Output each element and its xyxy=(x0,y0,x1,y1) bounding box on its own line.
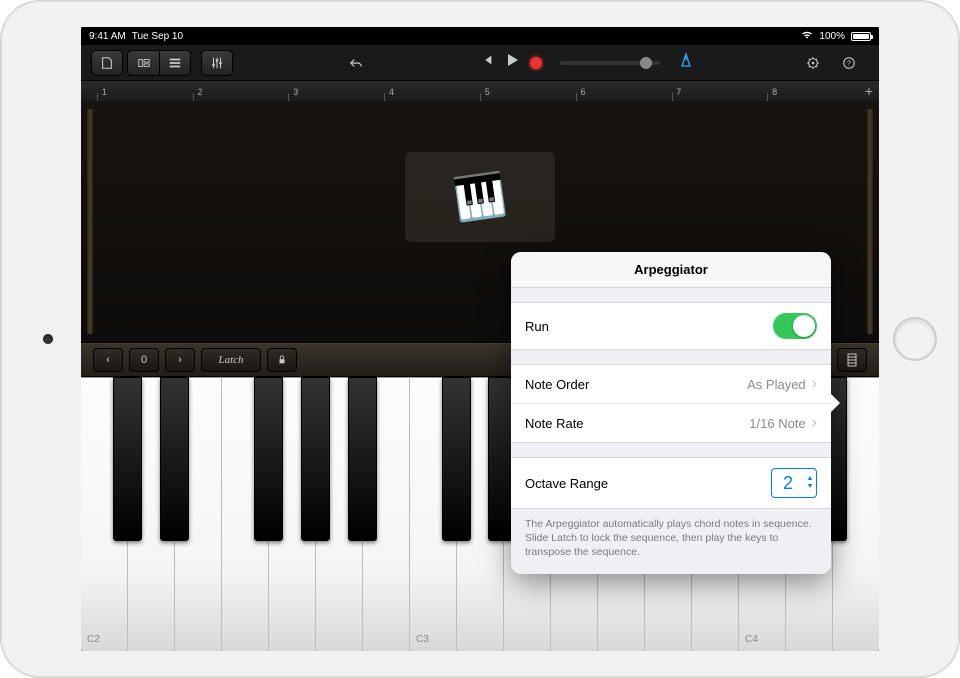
note-order-row[interactable]: Note Order As Played › xyxy=(511,365,831,404)
camera-icon xyxy=(43,334,53,344)
run-row[interactable]: Run xyxy=(511,303,831,349)
ruler-tick xyxy=(97,93,98,101)
popover-title: Arpeggiator xyxy=(511,252,831,288)
white-key[interactable] xyxy=(316,377,363,651)
status-date: Tue Sep 10 xyxy=(132,31,183,42)
svg-text:?: ? xyxy=(847,60,851,67)
ruler-tick xyxy=(288,93,289,101)
octave-range-label: Octave Range xyxy=(525,476,608,491)
ruler-label: 7 xyxy=(676,87,681,97)
octave-up-button[interactable]: › xyxy=(165,348,195,372)
battery-icon xyxy=(851,32,871,41)
ruler-label: 1 xyxy=(102,87,107,97)
status-bar: 9:41 AM Tue Sep 10 100% xyxy=(81,27,879,45)
ruler-label: 5 xyxy=(485,87,490,97)
chevron-right-icon: › xyxy=(812,375,817,393)
arpeggiator-popover: Arpeggiator Run Note Order As Played › N… xyxy=(511,252,831,574)
run-switch[interactable] xyxy=(773,313,817,339)
ruler-tick xyxy=(576,93,577,101)
keyboard-layout-button[interactable] xyxy=(837,348,867,372)
ruler-tick xyxy=(384,93,385,101)
white-key[interactable] xyxy=(175,377,222,651)
note-label: C3 xyxy=(416,634,429,645)
note-rate-label: Note Rate xyxy=(525,416,584,431)
stepper-down-icon[interactable]: ▼ xyxy=(807,484,814,490)
ruler-tick xyxy=(193,93,194,101)
ruler-label: 3 xyxy=(293,87,298,97)
octave-down-button[interactable]: ‹ xyxy=(93,348,123,372)
settings-button[interactable] xyxy=(797,50,829,76)
ruler[interactable]: + 1 2 3 4 5 6 7 8 xyxy=(81,81,879,101)
undo-button[interactable] xyxy=(340,50,372,76)
play-button[interactable] xyxy=(504,52,520,73)
octave-range-stepper[interactable]: 2 ▲ ▼ xyxy=(771,468,817,498)
note-order-value: As Played xyxy=(747,377,806,392)
white-key[interactable] xyxy=(833,377,879,651)
grand-piano-icon: 🎹 xyxy=(451,169,510,225)
white-key[interactable] xyxy=(269,377,316,651)
playhead-slider[interactable] xyxy=(560,61,660,65)
ruler-label: 4 xyxy=(389,87,394,97)
record-button[interactable] xyxy=(530,57,542,69)
screen: 9:41 AM Tue Sep 10 100% xyxy=(81,27,879,651)
white-key[interactable] xyxy=(222,377,269,651)
track-controls-button[interactable] xyxy=(201,50,233,76)
octave-display: 0 xyxy=(129,348,159,372)
ruler-label: 6 xyxy=(581,87,586,97)
instrument-selector[interactable]: 🎹 xyxy=(405,152,555,242)
octave-range-value: 2 xyxy=(772,473,804,494)
my-songs-button[interactable] xyxy=(91,50,123,76)
status-time: 9:41 AM xyxy=(89,31,126,42)
ruler-tick xyxy=(767,93,768,101)
note-rate-value: 1/16 Note xyxy=(749,416,805,431)
metronome-button[interactable] xyxy=(678,52,694,73)
run-label: Run xyxy=(525,319,549,334)
toolbar: ? xyxy=(81,45,879,81)
ruler-tick xyxy=(480,93,481,101)
tracks-view-button[interactable] xyxy=(159,50,191,76)
ipad-frame: 9:41 AM Tue Sep 10 100% xyxy=(0,0,960,678)
ruler-label: 8 xyxy=(772,87,777,97)
note-order-label: Note Order xyxy=(525,377,589,392)
note-label: C2 xyxy=(87,634,100,645)
white-key[interactable]: C3 xyxy=(410,377,457,651)
go-to-start-button[interactable] xyxy=(480,53,494,72)
wifi-icon xyxy=(801,30,813,42)
popover-footer: The Arpeggiator automatically plays chor… xyxy=(511,509,831,574)
home-button[interactable] xyxy=(893,317,937,361)
browser-button[interactable] xyxy=(127,50,159,76)
note-label: C4 xyxy=(745,634,758,645)
white-key[interactable] xyxy=(363,377,410,651)
help-button[interactable]: ? xyxy=(833,50,865,76)
note-rate-row[interactable]: Note Rate 1/16 Note › xyxy=(511,404,831,442)
latch-button[interactable]: Latch xyxy=(201,348,261,372)
add-section-button[interactable]: + xyxy=(865,83,873,99)
stepper-up-icon[interactable]: ▲ xyxy=(807,476,814,482)
chevron-right-icon: › xyxy=(812,414,817,432)
white-key[interactable] xyxy=(457,377,504,651)
ruler-label: 2 xyxy=(198,87,203,97)
octave-range-row: Octave Range 2 ▲ ▼ xyxy=(511,458,831,508)
white-key[interactable]: C2 xyxy=(81,377,128,651)
white-key[interactable] xyxy=(128,377,175,651)
scroll-lock-button[interactable] xyxy=(267,348,297,372)
ruler-tick xyxy=(672,93,673,101)
battery-percent: 100% xyxy=(819,31,845,42)
